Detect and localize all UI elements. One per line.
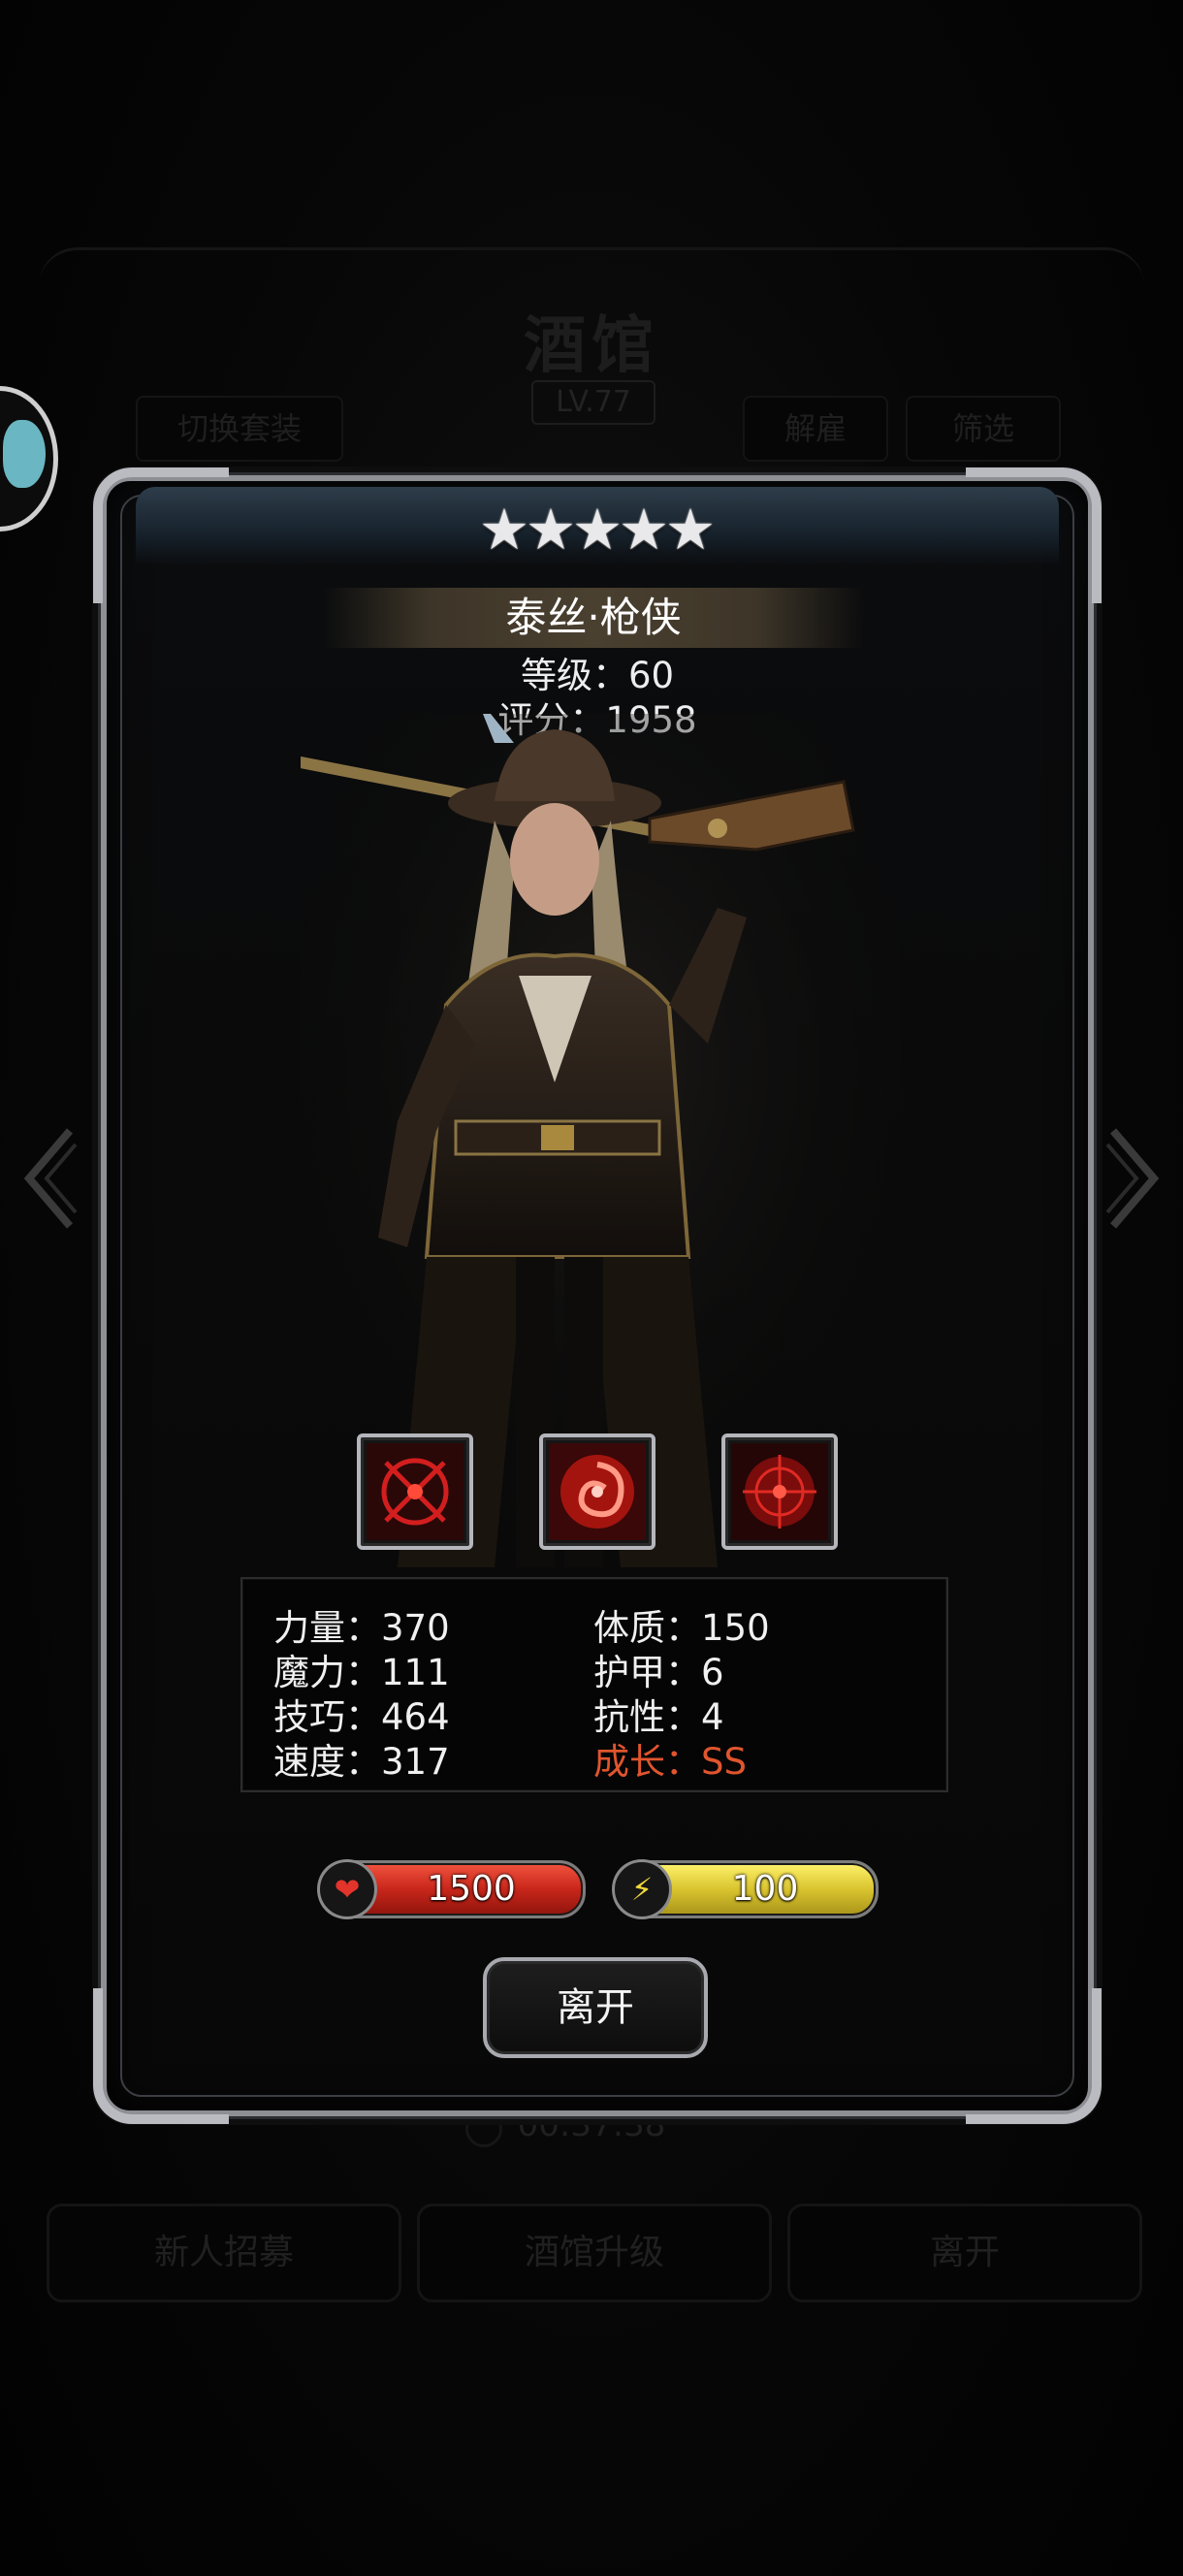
filter-button: 筛选 (906, 396, 1061, 462)
star-icon: ★ (572, 497, 623, 563)
star-icon: ★ (619, 497, 669, 563)
previous-arrow-icon[interactable] (19, 1125, 78, 1232)
crosshair-skill-icon[interactable] (357, 1433, 473, 1550)
tavern-upgrade-button: 酒馆升级 (417, 2204, 772, 2302)
stat-speed: 速度：317 (273, 1741, 450, 1783)
game-screen: 酒馆 LV.77 切换套装 解雇 筛选 00:37:38 新人招募 酒馆升级 离… (0, 0, 1183, 2576)
next-arrow-icon[interactable] (1105, 1125, 1164, 1232)
tavern-leave-button: 离开 (787, 2204, 1142, 2302)
target-skill-icon[interactable] (721, 1433, 838, 1550)
star-icon: ★ (479, 497, 529, 563)
dismiss-button: 解雇 (743, 396, 888, 462)
hp-value: 1500 (427, 1869, 516, 1909)
hero-detail-dialog: ★★★★★ 泰丝·枪侠 等级：60 评分：1958 (93, 467, 1102, 2124)
stat-growth: 成长：SS (593, 1741, 747, 1783)
avatar[interactable] (0, 386, 58, 531)
hero-name: 泰丝·枪侠 (322, 588, 865, 648)
rarity-header: ★★★★★ (136, 487, 1059, 566)
frame-corner (93, 1988, 229, 2124)
new-recruit-button: 新人招募 (47, 2204, 401, 2302)
frame-corner (966, 1988, 1102, 2124)
hp-bar: ❤ 1500 (317, 1859, 586, 1919)
star-rating: ★★★★★ (136, 495, 1059, 564)
energy-value: 100 (731, 1869, 799, 1909)
tavern-level-badge: LV.77 (531, 380, 655, 425)
energy-bar: ⚡ 100 (612, 1859, 879, 1919)
leave-button[interactable]: 离开 (483, 1957, 708, 2058)
star-icon: ★ (526, 497, 576, 563)
tavern-title: 酒馆 (524, 309, 659, 382)
avatar-face-icon (3, 420, 46, 488)
switch-outfit-button: 切换套装 (136, 396, 343, 462)
vortex-skill-icon[interactable] (539, 1433, 655, 1550)
star-icon: ★ (665, 497, 716, 563)
hero-stats-panel: 力量：370 魔力：111 技巧：464 速度：317 体质：150 护甲：6 … (240, 1577, 948, 1792)
